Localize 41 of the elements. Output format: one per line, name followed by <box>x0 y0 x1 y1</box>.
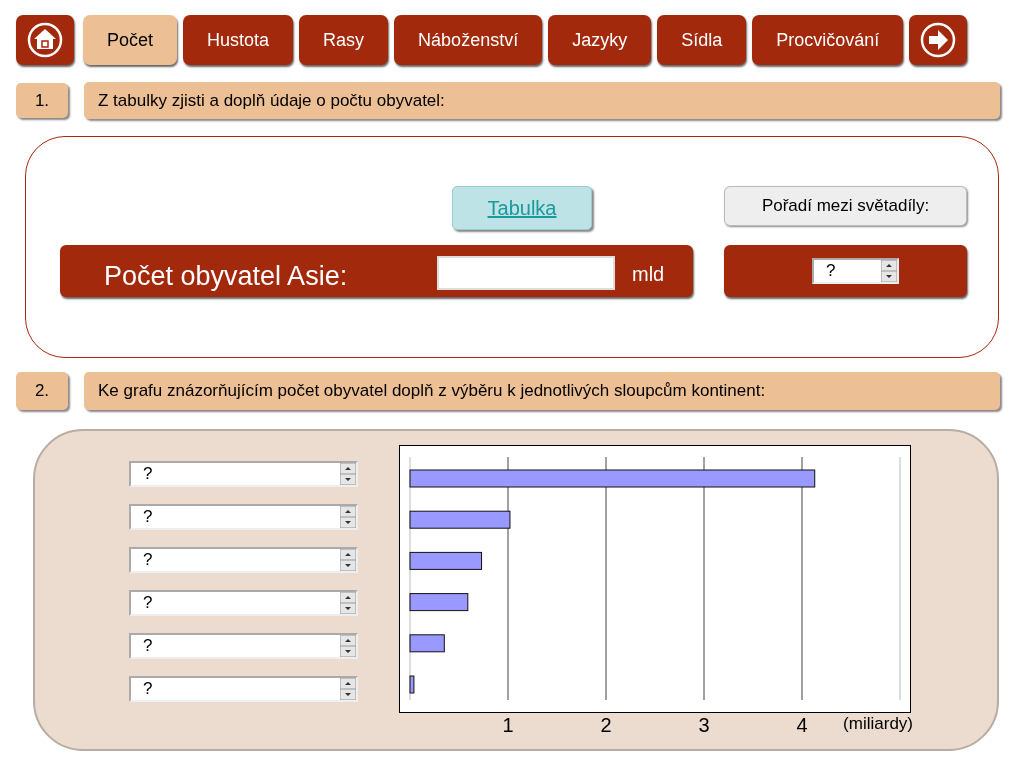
population-input[interactable] <box>437 256 615 290</box>
spin-arrows-icon <box>340 463 356 485</box>
tick-label: 1 <box>502 714 514 736</box>
task-number: 1. <box>16 83 68 118</box>
task-number: 2. <box>16 372 68 410</box>
select-spinner[interactable]: ? <box>812 258 899 284</box>
spin-arrows-icon <box>340 635 356 657</box>
nav-tab[interactable]: Počet <box>83 15 178 65</box>
select-spinner[interactable]: ? <box>129 590 358 616</box>
bar <box>409 634 445 653</box>
nav-tab[interactable]: Jazyky <box>548 15 652 65</box>
tick-label: 3 <box>698 714 710 736</box>
arrow-right-icon <box>919 21 958 59</box>
spin-arrows-icon <box>340 678 356 700</box>
bar <box>409 593 469 612</box>
population-label: Počet obyvatel Asie: <box>104 260 348 293</box>
bar <box>409 675 415 694</box>
nav-tab[interactable]: Procvičování <box>752 15 904 65</box>
nav-tab[interactable]: Rasy <box>299 15 389 65</box>
nav-tab[interactable]: Náboženství <box>394 15 543 65</box>
spin-arrows-icon <box>340 592 356 614</box>
task-instruction: Ke grafu znázorňujícím počet obyvatel doplň z výběru k jednotlivých sloupcům kontinent: <box>84 372 1000 410</box>
task-instruction: Z tabulky zjisti a doplň údaje o počtu obyvatel: <box>84 82 1000 119</box>
next-button[interactable] <box>909 15 968 65</box>
spin-arrows-icon <box>340 549 356 571</box>
nav-tab[interactable]: Sídla <box>657 15 747 65</box>
rank-label: Pořadí mezi světadíly: <box>724 186 967 226</box>
select-spinner[interactable]: ? <box>129 547 358 573</box>
tick-label: 2 <box>600 714 612 736</box>
home-icon <box>26 21 64 59</box>
select-spinner[interactable]: ? <box>129 504 358 530</box>
home-button[interactable] <box>16 15 74 65</box>
select-spinner[interactable]: ? <box>129 676 358 702</box>
axis-label: (miliardy) <box>843 714 913 733</box>
unit-label: mld <box>632 262 665 287</box>
select-spinner[interactable]: ? <box>129 461 358 487</box>
nav-tab[interactable]: Hustota <box>183 15 294 65</box>
select-spinner[interactable]: ? <box>129 633 358 659</box>
spin-arrows-icon <box>340 506 356 528</box>
tick-label: 4 <box>796 714 808 736</box>
spin-arrows-icon <box>881 260 897 282</box>
